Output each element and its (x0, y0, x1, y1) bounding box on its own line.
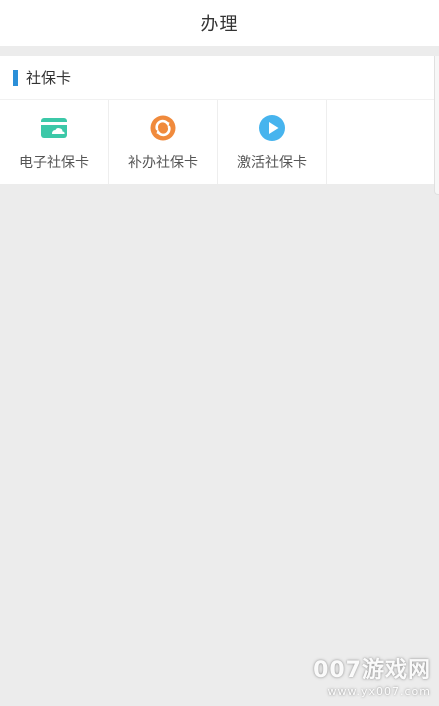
side-drawer-handle[interactable] (434, 56, 439, 195)
top-bar: 办理 (0, 0, 439, 46)
watermark: 007游戏网 www.yx007.com (313, 652, 431, 698)
card-icon (41, 118, 67, 138)
activate-card-button[interactable]: 激活社保卡 (218, 100, 327, 184)
section-header: 社保卡 (0, 56, 436, 100)
watermark-main-text: 007游戏网 (313, 658, 431, 683)
play-icon (259, 115, 285, 141)
electronic-card-button[interactable]: 电子社保卡 (0, 100, 109, 184)
section-title: 社保卡 (26, 69, 72, 87)
page-title: 办理 (200, 14, 239, 35)
reissue-card-label: 补办社保卡 (128, 155, 198, 171)
electronic-card-label: 电子社保卡 (19, 155, 89, 171)
activate-card-label: 激活社保卡 (237, 155, 307, 171)
service-grid: 电子社保卡 补办社保卡 激活社保卡 (0, 100, 436, 184)
watermark-url: www.yx007.com (327, 685, 431, 698)
section-accent-bar (13, 69, 18, 86)
social-security-card-section: 社保卡 电子社保卡 补办社保卡 激活社保卡 (0, 56, 437, 184)
refresh-icon (150, 115, 176, 141)
empty-grid-cell (327, 100, 436, 184)
reissue-card-button[interactable]: 补办社保卡 (109, 100, 218, 184)
